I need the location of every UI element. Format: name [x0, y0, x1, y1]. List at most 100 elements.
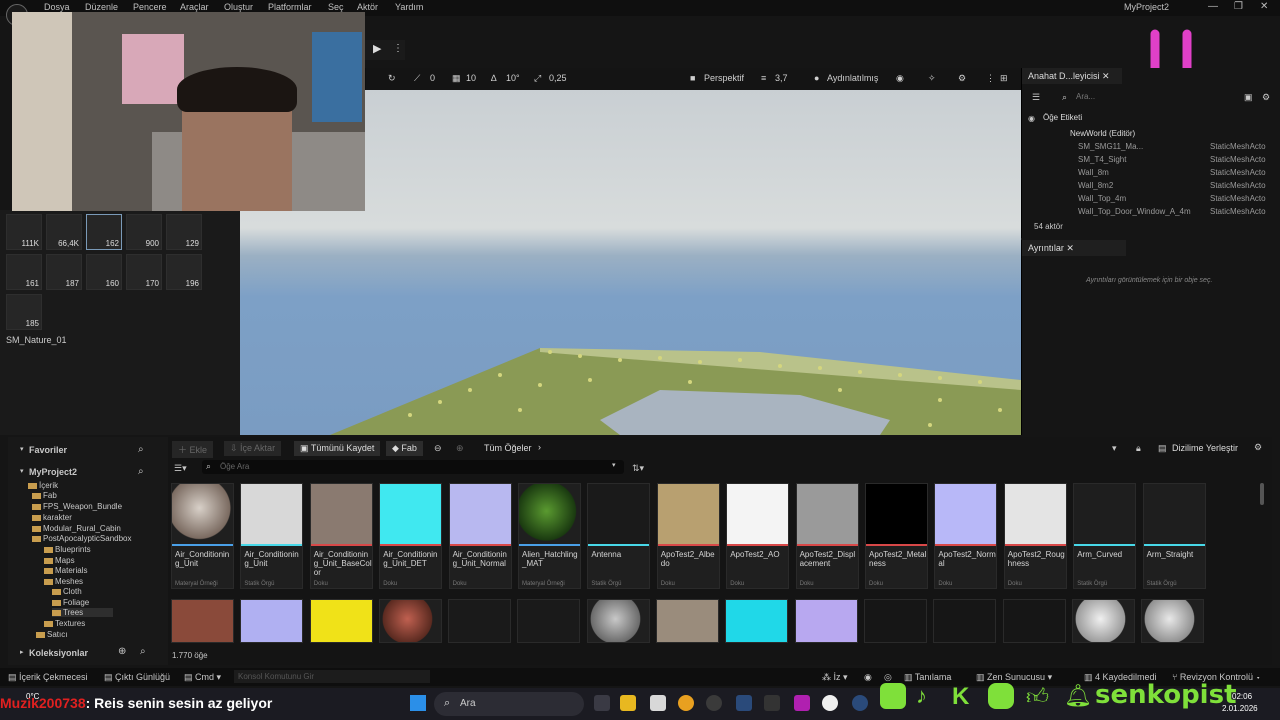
asset-tile[interactable]: [725, 599, 788, 643]
steam-icon[interactable]: [736, 695, 752, 711]
file-explorer-icon[interactable]: [620, 695, 636, 711]
close-icon[interactable]: ✕: [1260, 1, 1268, 12]
import-button[interactable]: ⇩ İçe Aktar: [224, 441, 282, 456]
world-row[interactable]: NewWorld (Editör): [1070, 129, 1135, 138]
asset-tile[interactable]: Air_Conditioning_Unit Materyal Örneği: [171, 483, 234, 589]
scale-snap-value[interactable]: 0,25: [549, 73, 567, 83]
search-icon[interactable]: ⌕: [140, 646, 146, 657]
menu-file[interactable]: Dosya: [44, 2, 70, 12]
add-button[interactable]: ＋ Ekle: [172, 441, 214, 458]
maximize-icon[interactable]: ❐: [1234, 1, 1243, 12]
lock-icon[interactable]: 🔒︎: [1136, 443, 1141, 454]
settings-icon[interactable]: ⚙: [1254, 442, 1262, 453]
record-icon[interactable]: ◉: [864, 672, 872, 683]
chevron-right-icon[interactable]: ▸: [20, 648, 24, 656]
folder-item-selected[interactable]: Trees: [52, 608, 114, 617]
asset-tile[interactable]: [240, 599, 303, 643]
grid-snap-value[interactable]: 10: [466, 73, 476, 83]
asset-tile[interactable]: Air_Conditioning_Unit_DET Doku: [379, 483, 443, 589]
folder-item[interactable]: İçerik: [28, 481, 58, 490]
history-forward-icon[interactable]: ⊕: [456, 443, 464, 454]
console-input[interactable]: Konsol Komutunu Gir: [234, 670, 430, 683]
asset-tile[interactable]: [171, 599, 234, 643]
folder-item[interactable]: Blueprints: [44, 545, 91, 554]
diagnostics-button[interactable]: ▥ Tanılama: [904, 672, 951, 683]
perspective-dropdown[interactable]: Perspektif: [704, 73, 744, 83]
filter-icon[interactable]: ☰▾: [174, 463, 187, 474]
search-icon[interactable]: ⌕: [138, 444, 144, 455]
save-all-button[interactable]: ▣ Tümünü Kaydet: [294, 441, 381, 456]
foliage-thumb[interactable]: 185: [6, 294, 42, 330]
foliage-thumb[interactable]: 187: [46, 254, 82, 290]
menu-tools[interactable]: Araçlar: [180, 2, 209, 12]
menu-build[interactable]: Oluştur: [224, 2, 253, 12]
epic-games-icon[interactable]: [764, 695, 780, 711]
show-icon[interactable]: ◉: [896, 73, 904, 84]
settings-icon[interactable]: ⚙: [1262, 92, 1270, 103]
menu-actor[interactable]: Aktör: [357, 2, 378, 12]
foliage-thumb[interactable]: 900: [126, 214, 162, 250]
fab-button[interactable]: ◆ Fab: [386, 441, 423, 456]
outliner-row[interactable]: SM_SMG11_Ma... StaticMeshActo: [1022, 140, 1280, 153]
foliage-thumb[interactable]: 196: [166, 254, 202, 290]
sort-icon[interactable]: ⇅▾: [632, 463, 644, 474]
trace-dropdown[interactable]: ⁂ İz ▾: [822, 672, 848, 683]
folder-item[interactable]: Cloth: [52, 587, 82, 596]
content-drawer-button[interactable]: ▤ İçerik Çekmecesi: [8, 672, 88, 683]
asset-tile[interactable]: Arm_Curved Statik Örgü: [1073, 483, 1137, 589]
asset-tile[interactable]: ApoTest2_AO Doku: [726, 483, 790, 589]
asset-tile[interactable]: [1003, 599, 1066, 643]
twitch-icon[interactable]: [794, 695, 810, 711]
asset-tile[interactable]: [933, 599, 996, 643]
scale-snap-icon[interactable]: ⤢: [534, 73, 541, 84]
surface-snap-icon[interactable]: ⟋: [414, 73, 420, 84]
visibility-icon[interactable]: ◉: [1028, 114, 1035, 123]
asset-tile[interactable]: [864, 599, 927, 643]
asset-tile[interactable]: [1072, 599, 1135, 643]
surface-snap-value[interactable]: 0: [430, 73, 435, 83]
chrome-icon[interactable]: [678, 695, 694, 711]
foliage-thumb[interactable]: 161: [6, 254, 42, 290]
settings-icon[interactable]: ⚙: [958, 73, 966, 84]
performance-icon[interactable]: ✧: [928, 73, 936, 84]
menu-window[interactable]: Pencere: [133, 2, 167, 12]
asset-tile[interactable]: Alien_Hatchling_MAT Materyal Örneği: [518, 483, 581, 589]
rotate-icon[interactable]: ↻: [388, 73, 396, 84]
asset-tile[interactable]: [656, 599, 719, 643]
filter-icon[interactable]: ☰: [1032, 92, 1040, 103]
zen-server-dropdown[interactable]: ▥ Zen Sunucusu ▾: [976, 672, 1052, 683]
rotation-snap-icon[interactable]: ∆: [491, 73, 497, 83]
cmd-dropdown[interactable]: ▤ Cmd ▾: [184, 672, 221, 683]
dock-button[interactable]: Dizilime Yerleştir: [1172, 443, 1238, 453]
foliage-thumb[interactable]: 160: [86, 254, 122, 290]
menu-select[interactable]: Seç: [328, 2, 344, 12]
asset-tile[interactable]: Air_Conditioning_Unit_BaseColor Doku: [309, 483, 373, 589]
outliner-row[interactable]: Wall_8m StaticMeshActo: [1022, 166, 1280, 179]
asset-tile[interactable]: [587, 599, 650, 643]
camera-speed-icon[interactable]: ≡: [761, 73, 766, 83]
camera-icon[interactable]: ◎: [884, 672, 892, 683]
details-tab[interactable]: Ayrıntılar ✕: [1022, 240, 1126, 256]
windows-start-icon[interactable]: [410, 695, 426, 711]
store-icon[interactable]: [650, 695, 666, 711]
folder-item[interactable]: Textures: [44, 619, 85, 628]
asset-tile[interactable]: [517, 599, 580, 643]
folder-item[interactable]: Foliage: [52, 598, 89, 607]
play-icon[interactable]: ▶: [373, 42, 381, 55]
steam-client-icon[interactable]: [852, 695, 868, 711]
taskbar-search-input[interactable]: ⌕ Ara: [434, 692, 584, 716]
folder-item[interactable]: Fab: [32, 491, 57, 500]
asset-tile[interactable]: Air_Conditioning_Unit_Normal Doku: [448, 483, 512, 589]
search-icon[interactable]: ⌕: [138, 466, 144, 477]
folder-item[interactable]: FPS_Weapon_Bundle: [32, 502, 122, 511]
folder-item[interactable]: Materials: [44, 566, 87, 575]
outliner-row[interactable]: SM_T4_Sight StaticMeshActo: [1022, 153, 1280, 166]
outliner-row[interactable]: Wall_8m2 StaticMeshActo: [1022, 179, 1280, 192]
rotation-snap-value[interactable]: 10°: [506, 73, 520, 83]
asset-tile[interactable]: ApoTest2_Displacement Doku: [795, 483, 859, 589]
minimize-icon[interactable]: —: [1208, 1, 1218, 12]
foliage-thumb[interactable]: 170: [126, 254, 162, 290]
add-folder-icon[interactable]: ▣: [1244, 92, 1253, 103]
path-breadcrumb[interactable]: Tüm Öğeler: [484, 443, 532, 453]
history-back-icon[interactable]: ⊖: [434, 443, 442, 454]
